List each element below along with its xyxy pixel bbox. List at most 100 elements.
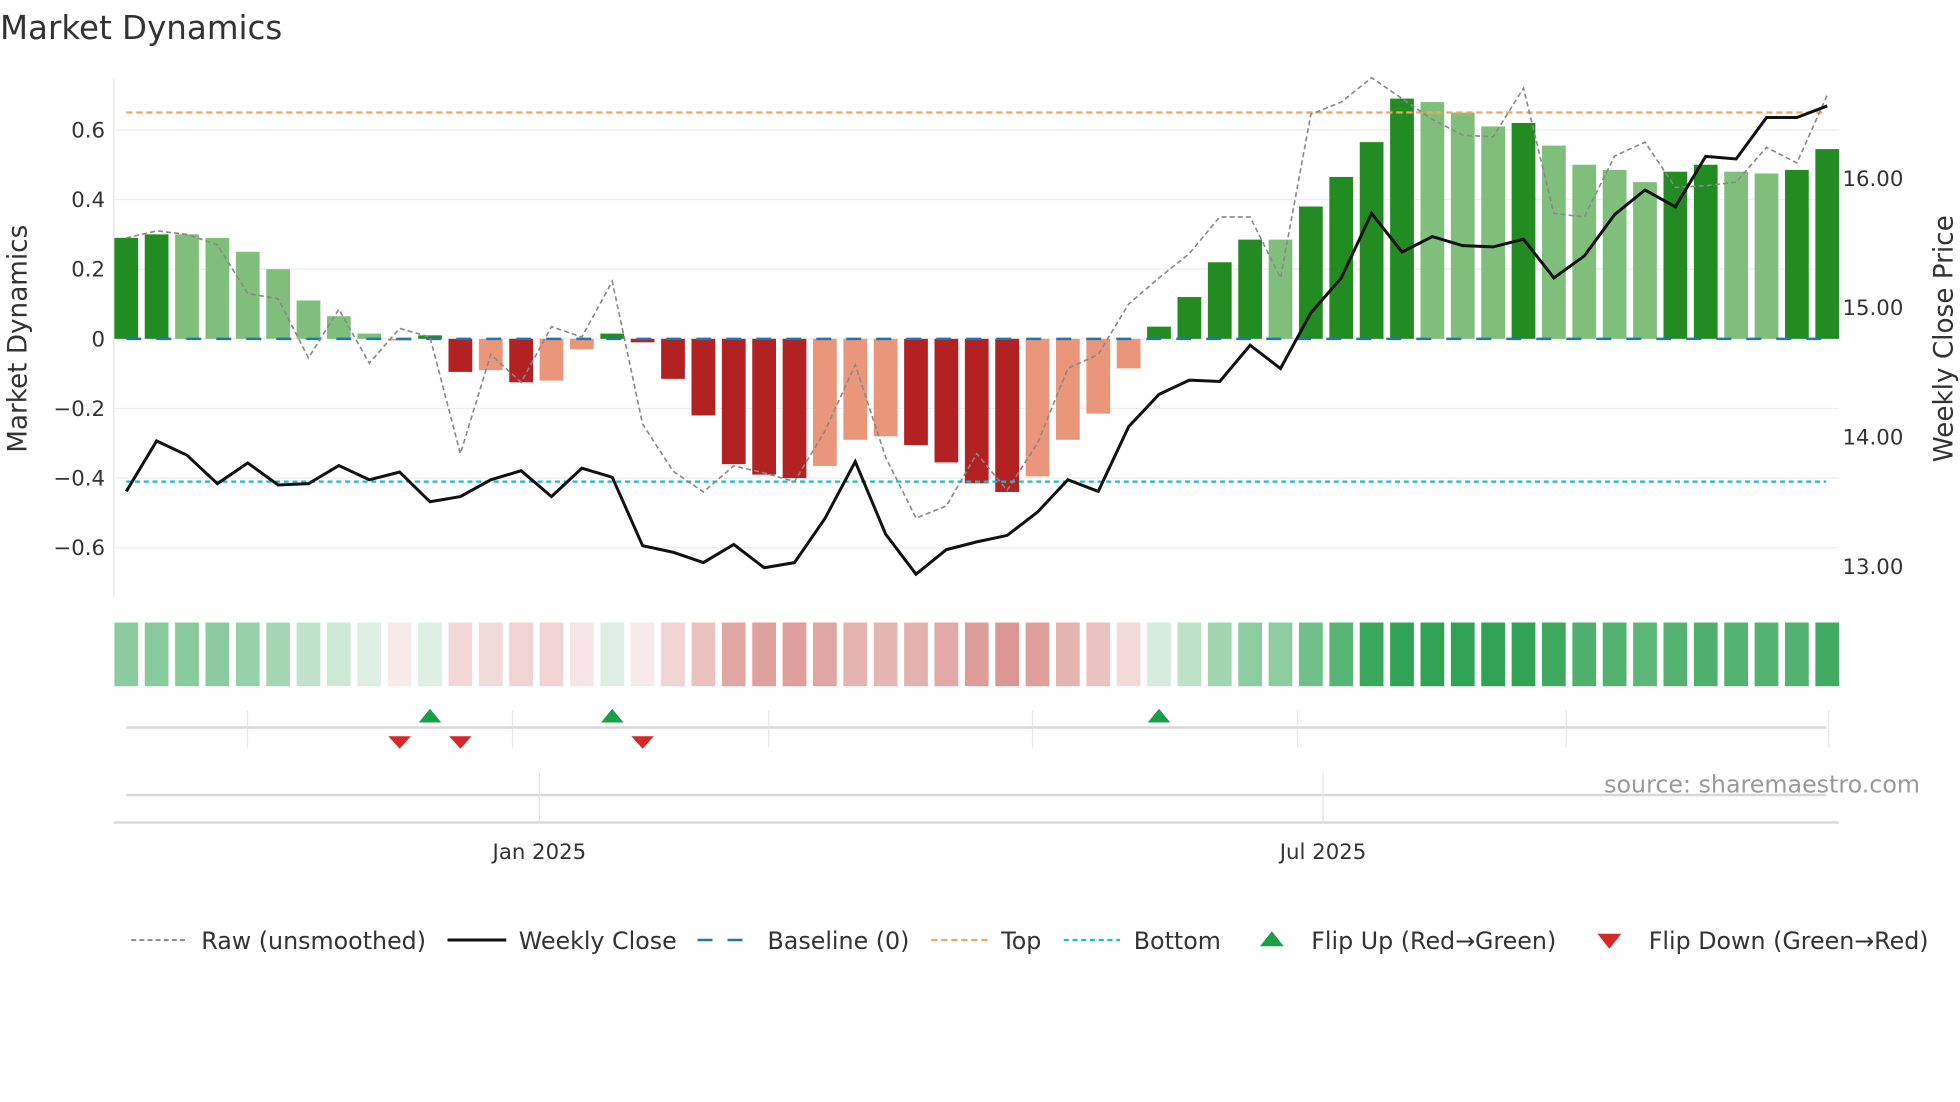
bar	[1238, 239, 1262, 339]
heatmap-cell	[1420, 622, 1445, 687]
bar	[782, 338, 807, 479]
heatmap-cell	[1542, 622, 1566, 687]
heatmap-cell	[752, 622, 776, 687]
flip-down-icon	[388, 736, 411, 749]
heatmap-cell	[235, 622, 260, 687]
heatmap-cell	[175, 622, 199, 687]
y-tick-label: 0.4	[71, 188, 105, 213]
bar	[1207, 262, 1232, 339]
heatmap-cell	[1481, 622, 1505, 687]
heatmap-cell	[1724, 622, 1748, 687]
bar	[661, 338, 685, 379]
heatmap-cell	[904, 622, 928, 687]
heatmap-cell	[1268, 622, 1293, 687]
bar	[1754, 173, 1779, 339]
heatmap-cell	[1572, 622, 1597, 687]
bar	[327, 316, 351, 339]
heatmap-cell	[448, 622, 473, 687]
legend-label: Baseline (0)	[768, 927, 910, 955]
flip-up-icon	[601, 708, 624, 723]
heatmap-cell	[1511, 622, 1536, 687]
heatmap-cell	[418, 622, 442, 687]
heatmap-cell	[1056, 622, 1080, 687]
y-tick-label: 0.2	[71, 258, 105, 283]
heatmap-cell	[387, 622, 412, 687]
x-tick-label: Jul 2025	[1278, 840, 1366, 865]
flip-down-icon	[631, 736, 654, 749]
heatmap-cell	[144, 622, 169, 687]
heatmap-cell	[1329, 622, 1354, 687]
heatmap-cell	[843, 622, 868, 687]
bar	[934, 338, 959, 463]
legend-label: Bottom	[1134, 927, 1221, 955]
y2-tick-label: 14.00	[1843, 426, 1904, 451]
bar	[1359, 142, 1384, 339]
bar	[1633, 182, 1657, 339]
bar	[904, 338, 928, 446]
bar	[296, 300, 321, 339]
heatmap-cell	[478, 622, 503, 687]
heatmap-cell	[813, 622, 837, 687]
bar	[235, 251, 260, 339]
heatmap-cell	[205, 622, 230, 687]
bar	[1450, 112, 1475, 339]
y-tick-label: −0.4	[53, 467, 105, 492]
legend-label: Flip Down (Green→Red)	[1649, 927, 1929, 955]
legend-label: Raw (unsmoothed)	[201, 927, 426, 955]
bar	[1420, 102, 1445, 339]
heatmap-cell	[1147, 622, 1171, 687]
bar	[1147, 326, 1171, 339]
legend-label: Top	[1000, 927, 1041, 955]
legend-label: Weekly Close	[519, 927, 677, 955]
heatmap-cell	[1390, 622, 1414, 687]
bar	[114, 237, 139, 339]
heatmap-cell	[327, 622, 351, 687]
bar	[721, 338, 746, 465]
heatmap-cell	[509, 622, 533, 687]
heatmap-cell	[1177, 622, 1202, 687]
heatmap-cell	[266, 622, 290, 687]
heatmap-cell	[873, 622, 898, 687]
bar	[1177, 297, 1202, 339]
heatmap-cell	[357, 622, 382, 687]
bar	[1390, 98, 1414, 339]
bar	[964, 338, 989, 484]
y2-tick-label: 16.00	[1843, 167, 1904, 192]
y-tick-label: 0.6	[71, 118, 105, 143]
heatmap-cell	[1238, 622, 1262, 687]
flip-up-icon	[1147, 708, 1171, 723]
y2-tick-label: 13.00	[1843, 555, 1904, 580]
bar	[1602, 169, 1627, 339]
y-tick-label: −0.6	[53, 536, 105, 561]
heatmap-cell	[1207, 622, 1232, 687]
bar	[1116, 338, 1141, 369]
flip-up-icon	[1260, 931, 1284, 947]
flip-down-icon	[1597, 933, 1622, 949]
market-dynamics-chart: Market Dynamics Market Dynamics Weekly C…	[0, 9, 1960, 955]
bar	[1572, 164, 1597, 339]
heatmap-cell	[1025, 622, 1050, 687]
heatmap-cell	[1754, 622, 1779, 687]
bar	[691, 338, 716, 416]
y2-tick-label: 15.00	[1843, 296, 1904, 321]
bar	[1663, 171, 1688, 339]
heatmap-cell	[1086, 622, 1111, 687]
heatmap-cell	[630, 622, 655, 687]
bar	[144, 234, 169, 339]
heatmap-cell	[114, 622, 139, 687]
bar	[1481, 126, 1505, 339]
heatmap-cell	[934, 622, 959, 687]
bar	[266, 269, 290, 339]
bar	[175, 234, 199, 339]
heatmap-cell	[1299, 622, 1323, 687]
bar	[1693, 164, 1718, 339]
heatmap-cell	[1693, 622, 1718, 687]
heatmap-cell	[782, 622, 807, 687]
heatmap-cell	[995, 622, 1019, 687]
heatmap-cell	[1450, 622, 1475, 687]
bar	[1268, 239, 1293, 339]
bar	[1785, 169, 1809, 339]
chart-title: Market Dynamics	[0, 9, 282, 47]
heatmap-cell	[1815, 622, 1840, 687]
flip-up-icon	[418, 708, 442, 723]
